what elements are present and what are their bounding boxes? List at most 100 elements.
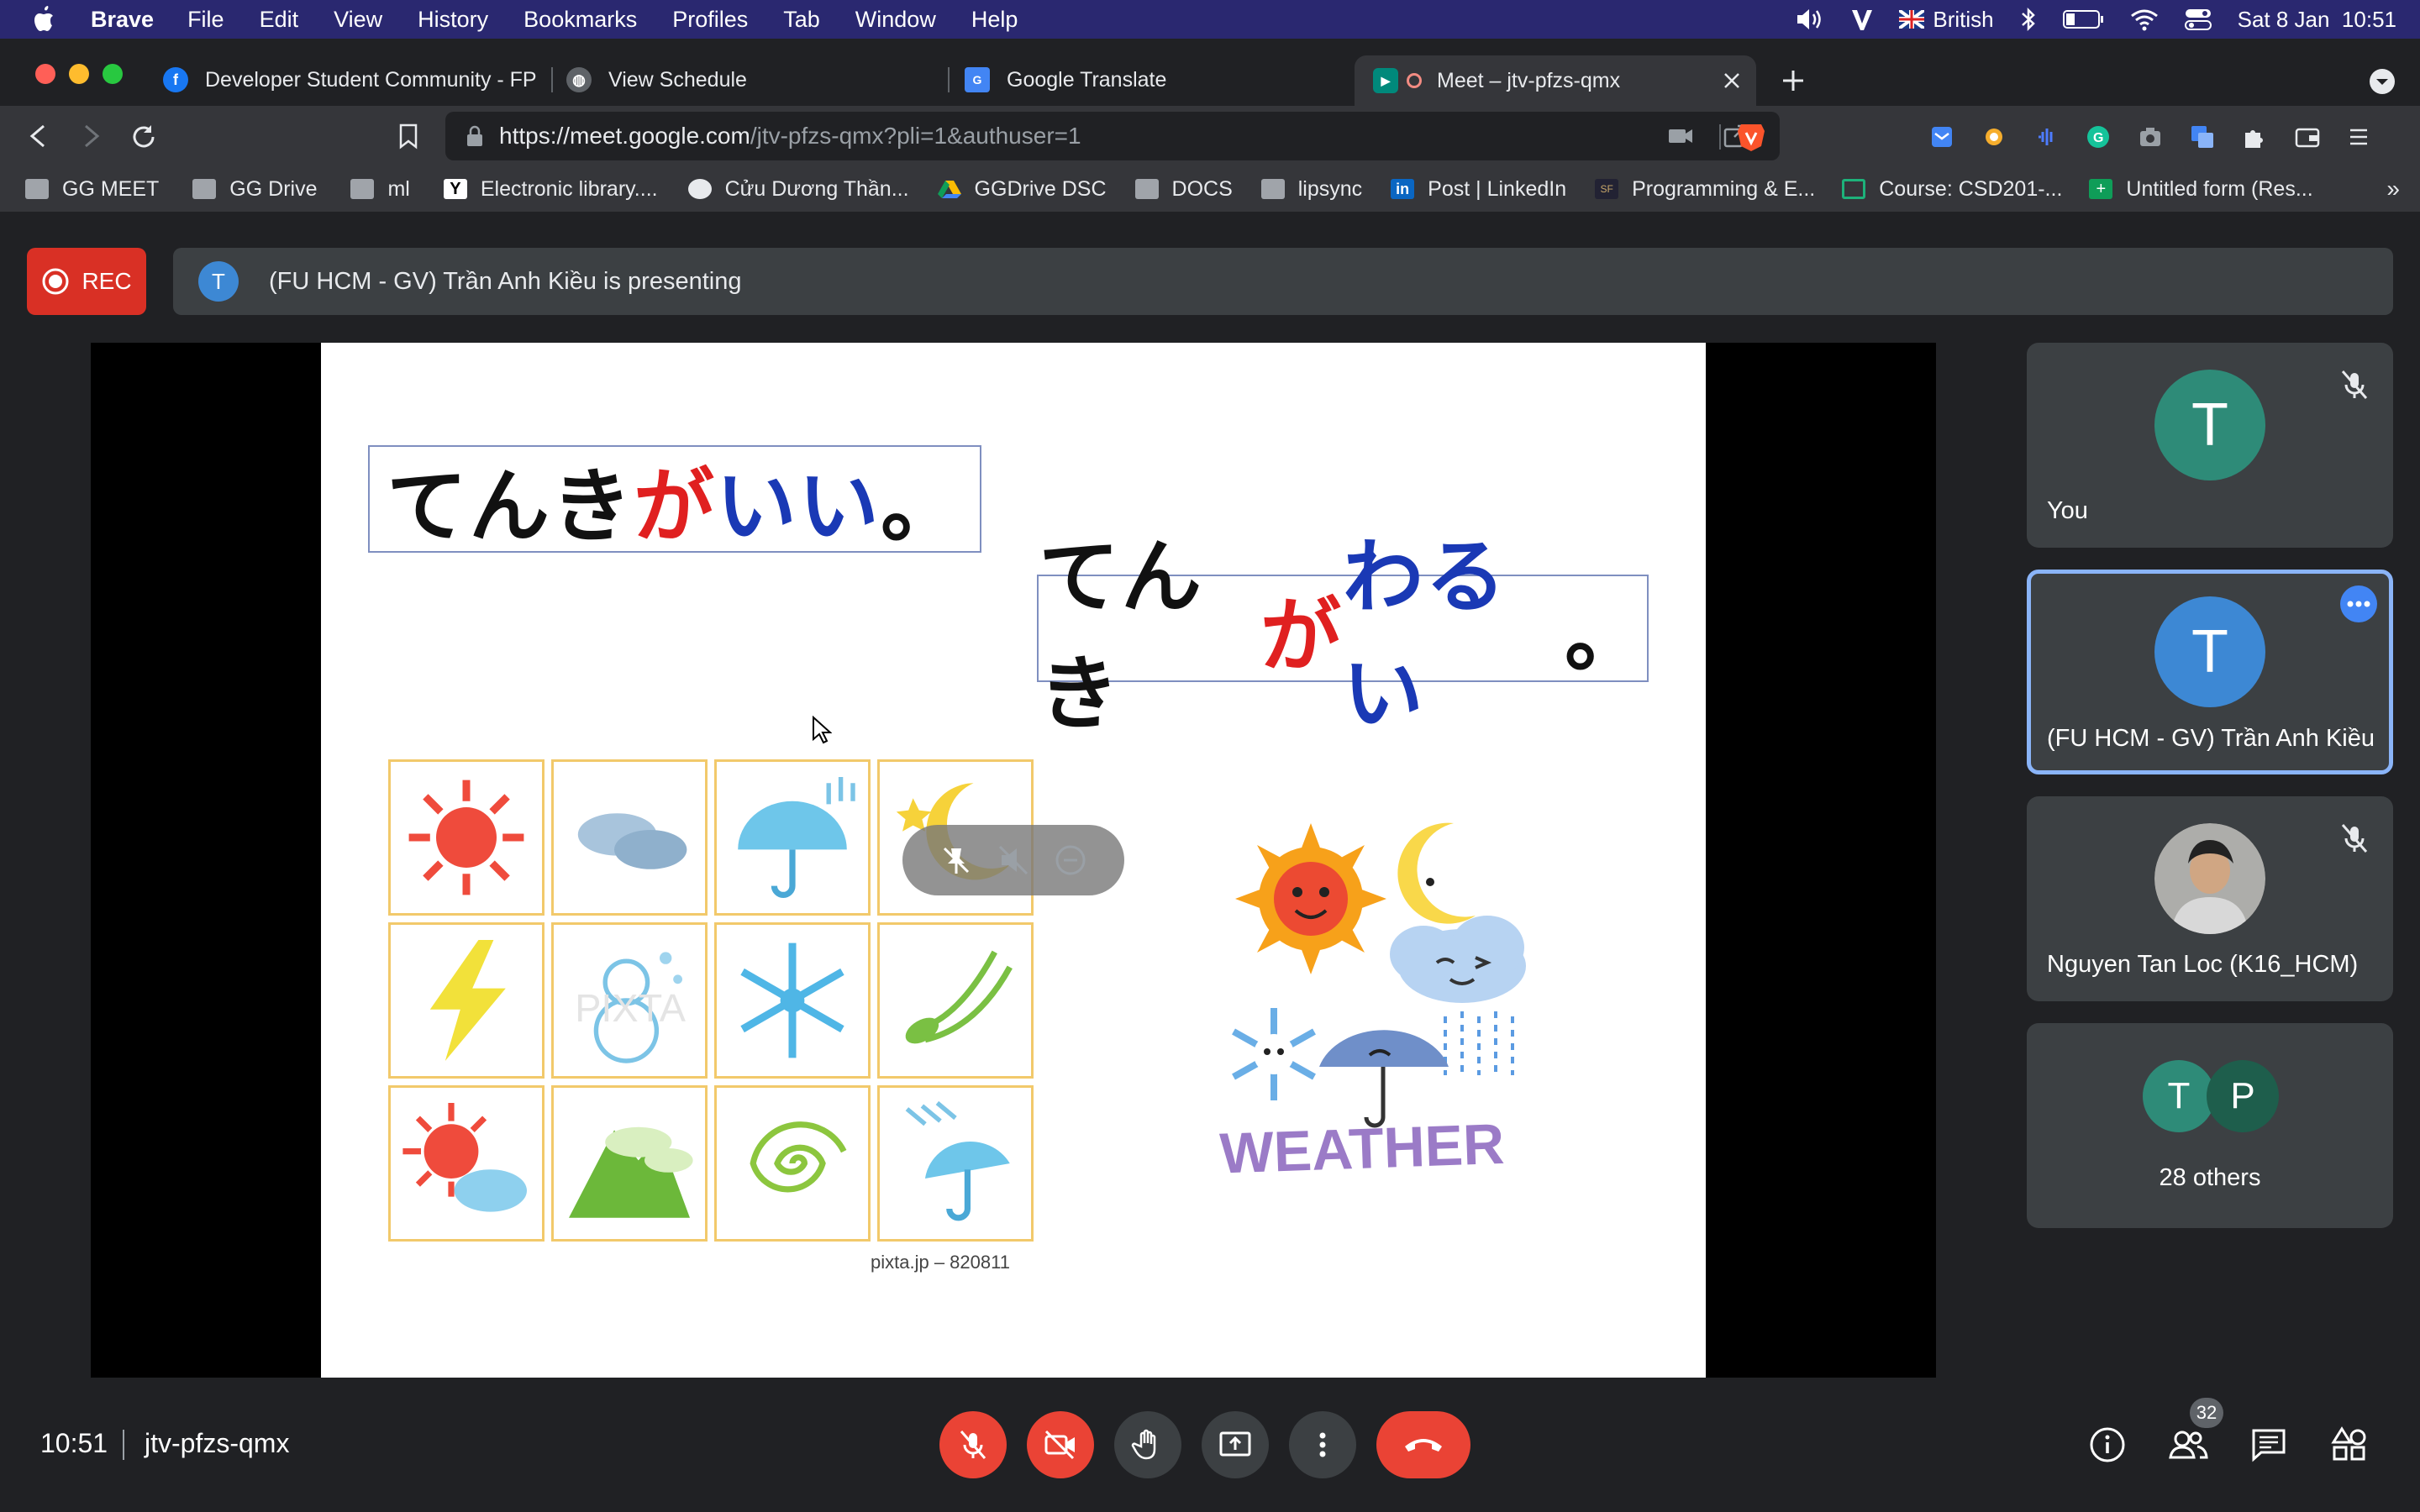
browser-menu-icon[interactable] (2348, 124, 2370, 150)
extensions-puzzle-icon[interactable] (2242, 124, 2267, 150)
apple-icon[interactable] (30, 5, 55, 34)
camera-in-use-icon[interactable] (1667, 125, 1694, 147)
bookmark-label: Programming & E... (1632, 176, 1816, 201)
bookmark-label: lipsync (1297, 176, 1363, 201)
participant-tile-nguyen-tan-loc[interactable]: Nguyen Tan Loc (K16_HCM) (2027, 796, 2393, 1001)
reload-icon[interactable] (129, 123, 158, 151)
menubar-datetime[interactable]: Sat 8 Jan 10:51 (2238, 7, 2396, 33)
grammarly-icon[interactable]: G (2086, 124, 2111, 150)
microphone-toggle-button[interactable] (939, 1411, 1007, 1478)
address-bar[interactable]: https://meet.google.com/jtv-pfzs-qmx?pli… (445, 112, 1780, 160)
bookmark-label: Post | LinkedIn (1428, 176, 1567, 201)
leave-call-button[interactable] (1376, 1411, 1470, 1478)
wifi-icon[interactable] (2130, 8, 2159, 31)
window-close-button[interactable] (35, 64, 55, 84)
menu-help[interactable]: Help (971, 7, 1018, 33)
menu-app-name[interactable]: Brave (91, 7, 154, 33)
menu-history[interactable]: History (418, 7, 488, 33)
volume-icon[interactable] (1795, 7, 1825, 32)
bookmark-gg-meet[interactable]: GG MEET (25, 177, 159, 202)
storm-umbrella-icon (877, 1085, 1034, 1242)
bookmarks-overflow-button[interactable]: » (2386, 176, 2400, 202)
mute-volume-icon[interactable] (997, 843, 1030, 877)
menu-file[interactable]: File (187, 7, 224, 33)
camera-toggle-button[interactable] (1027, 1411, 1094, 1478)
smiling-cloud-icon (1390, 916, 1526, 1003)
brave-shields-icon[interactable] (1736, 121, 1766, 153)
activities-button[interactable] (2326, 1421, 2373, 1468)
mouse-cursor-icon (813, 716, 832, 744)
bookmark-course[interactable]: Course: CSD201-... (1842, 177, 2062, 202)
present-screen-icon (1219, 1431, 1251, 1457)
bookmark-label: Course: CSD201-... (1879, 176, 2063, 201)
tab-view-schedule[interactable]: ◍ View Schedule (566, 55, 936, 104)
tab-google-meet[interactable]: ▶ Meet – jtv-pfzs-qmx (1355, 55, 1756, 106)
menu-profiles[interactable]: Profiles (672, 7, 748, 33)
input-source-label[interactable]: British (1933, 7, 1993, 33)
tab-google-translate[interactable]: G Google Translate (965, 55, 1334, 104)
participant-tile-others[interactable]: T P 28 others (2027, 1023, 2393, 1228)
new-tab-icon[interactable] (1780, 67, 1807, 94)
chat-button[interactable] (2245, 1421, 2292, 1468)
bookmark-label: Untitled form (Res... (2126, 176, 2313, 201)
bookmark-lipsync[interactable]: lipsync (1260, 176, 1363, 202)
sad-umbrella-icon (1319, 1030, 1449, 1128)
menu-edit[interactable]: Edit (260, 7, 299, 33)
extension-camera-icon[interactable] (2138, 124, 2163, 150)
rec-label: REC (82, 268, 132, 294)
participant-name: 28 others (2159, 1164, 2261, 1191)
participants-button[interactable] (2165, 1421, 2212, 1468)
menu-tab[interactable]: Tab (783, 7, 820, 33)
extension-translate-icon[interactable] (2190, 124, 2215, 150)
people-icon (2169, 1431, 2208, 1459)
participant-tile-you[interactable]: T You (2027, 343, 2393, 548)
pin-off-icon[interactable] (939, 843, 973, 877)
participant-name: You (2047, 497, 2088, 524)
bookmark-programming[interactable]: SF Programming & E... (1595, 177, 1815, 202)
bookmark-docs[interactable]: DOCS (1134, 177, 1233, 202)
phrase-part: いい (716, 459, 881, 554)
vpn-v-icon[interactable] (1850, 7, 1874, 32)
extension-sound-icon[interactable] (2033, 124, 2059, 150)
bookmark-cuu-duong[interactable]: Cửu Dương Thần... (687, 177, 909, 202)
bookmark-untitled-form[interactable]: + Untitled form (Res... (2089, 176, 2313, 202)
tab-developer-student-community[interactable]: f Developer Student Community - FP (163, 55, 538, 104)
meeting-details-button[interactable] (2084, 1421, 2131, 1468)
present-now-button[interactable] (1202, 1411, 1269, 1478)
bluetooth-icon[interactable] (2019, 7, 2038, 32)
mountain-fog-icon (551, 1085, 708, 1242)
extension-mail-icon[interactable] (1929, 124, 1954, 150)
recording-indicator[interactable]: REC (27, 248, 146, 315)
participant-count-badge: 32 (2190, 1398, 2223, 1428)
remove-icon[interactable] (1054, 843, 1087, 877)
camera-off-icon (1044, 1430, 1075, 1460)
back-icon[interactable] (25, 123, 52, 150)
more-options-icon[interactable] (2338, 584, 2379, 624)
control-center-icon[interactable] (2184, 7, 2212, 32)
battery-icon[interactable] (2062, 8, 2105, 30)
participant-name: Nguyen Tan Loc (K16_HCM) (2047, 951, 2359, 978)
more-options-button[interactable] (1289, 1411, 1356, 1478)
menu-view[interactable]: View (334, 7, 382, 33)
bookmark-page-icon[interactable] (397, 123, 420, 150)
extension-bulb-icon[interactable] (1981, 124, 2007, 150)
bookmark-gg-drive[interactable]: GG Drive (192, 177, 317, 202)
tab-search-icon[interactable] (2368, 67, 2396, 96)
close-tab-icon[interactable] (1723, 71, 1741, 90)
bookmark-electronic-library[interactable]: Y Electronic library.... (443, 177, 658, 202)
bookmark-linkedin[interactable]: in Post | LinkedIn (1391, 177, 1566, 202)
bookmark-ml[interactable]: ml (350, 177, 410, 202)
chat-icon (2252, 1429, 2286, 1462)
window-minimize-button[interactable] (69, 64, 89, 84)
bookmark-ggdrive-dsc[interactable]: GGDrive DSC (937, 177, 1107, 202)
tab-separator (551, 67, 553, 92)
menu-bookmarks[interactable]: Bookmarks (523, 7, 637, 33)
menu-window[interactable]: Window (855, 7, 936, 33)
participant-tile-presenter[interactable]: T (FU HCM - GV) Trần Anh Kiều (2027, 570, 2393, 774)
presenting-banner: T (FU HCM - GV) Trần Anh Kiều is present… (173, 248, 2393, 315)
window-zoom-button[interactable] (103, 64, 123, 84)
forward-icon[interactable] (77, 123, 104, 150)
speaker-hover-controls (902, 825, 1124, 895)
wallet-icon[interactable] (2294, 124, 2321, 150)
raise-hand-button[interactable] (1114, 1411, 1181, 1478)
